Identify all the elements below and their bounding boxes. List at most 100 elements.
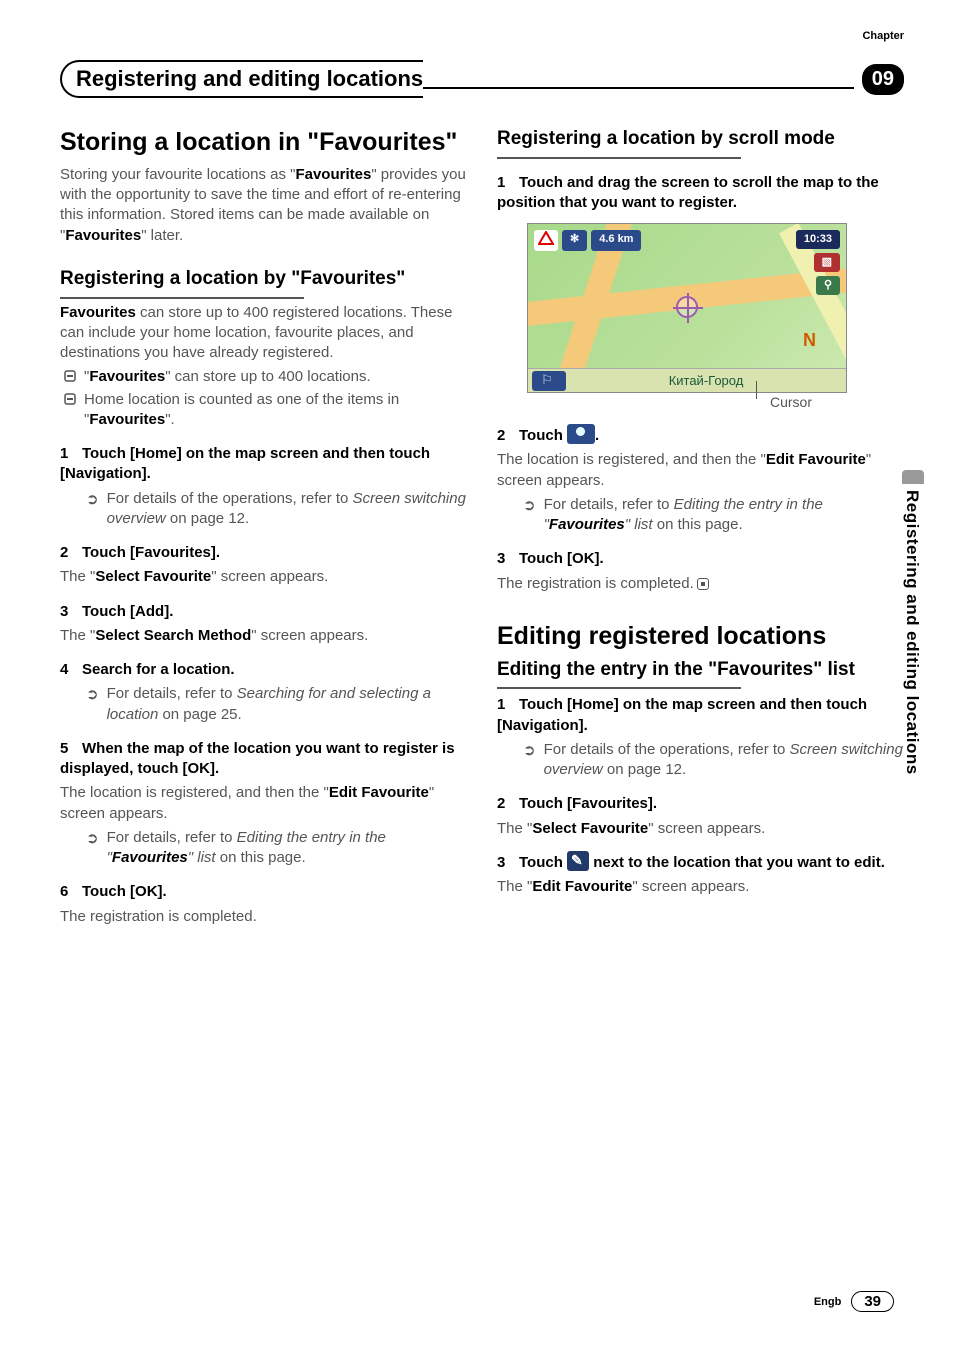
map-figure: ✻ 4.6 km 10:33 ▧ ⚲ N Китай-Город [527, 223, 847, 412]
step-number: 1 [60, 444, 82, 464]
text-bold: Favourites [295, 166, 371, 183]
step-title: Touch [Add]. [82, 603, 173, 620]
pin-button-icon [567, 424, 595, 444]
step-title: When the map of the location you want to… [60, 740, 455, 777]
step-title: Touch . [519, 427, 599, 444]
divider [60, 297, 304, 299]
step-title: Touch [Favourites]. [519, 795, 657, 812]
step-number: 4 [60, 660, 82, 680]
favourites-capacity-paragraph: Favourites can store up to 400 registere… [60, 303, 467, 364]
step-number: 1 [497, 695, 519, 715]
step-5: 5When the map of the location you want t… [60, 739, 467, 869]
step-title: Touch and drag the screen to scroll the … [497, 174, 879, 211]
section-editing-title: Editing registered locations [497, 622, 904, 651]
footer-language: Engb [814, 1296, 842, 1308]
step-body: The location is registered, and then the… [497, 450, 904, 491]
map-distance-chip: 4.6 km [591, 230, 641, 251]
bullet-text: Home location is counted as one of the i… [84, 390, 467, 431]
map-flag-button [532, 371, 566, 391]
reference-row: ➲ For details of the operations, refer t… [60, 489, 467, 530]
bullet-icon [64, 370, 76, 387]
reference-text: For details, refer to Editing the entry … [107, 828, 467, 869]
map-direction-icon [534, 230, 558, 251]
step-body: The "Select Search Method" screen appear… [60, 626, 467, 646]
map-satellite-icon: ✻ [562, 230, 587, 251]
map-compass-icon: N [803, 328, 816, 352]
intro-paragraph: Storing your favourite locations as "Fav… [60, 165, 467, 246]
reference-arrow-icon: ➲ [523, 741, 536, 781]
step-number: 6 [60, 882, 82, 902]
map-screenshot: ✻ 4.6 km 10:33 ▧ ⚲ N Китай-Город [527, 223, 847, 393]
side-tab: Registering and editing locations [902, 470, 924, 900]
step-title: Search for a location. [82, 661, 235, 678]
divider [497, 157, 741, 159]
step-title: Touch [OK]. [82, 883, 167, 900]
header-title: Registering and editing locations [60, 60, 423, 98]
edit-button-icon [567, 851, 589, 871]
bullet-text: "Favourites" can store up to 400 locatio… [84, 367, 467, 387]
cursor-callout-label: Cursor [527, 393, 847, 412]
step-body: The registration is completed. [60, 907, 467, 927]
edit-step-1: 1Touch [Home] on the map screen and then… [497, 695, 904, 780]
section-storing-title: Storing a location in "Favourites" [60, 128, 467, 157]
subsection-editing-entry: Editing the entry in the "Favourites" li… [497, 659, 904, 682]
step-3: 3Touch [Add]. The "Select Search Method"… [60, 602, 467, 647]
text: Storing your favourite locations as " [60, 166, 295, 183]
edit-step-3: 3Touch next to the location that you wan… [497, 853, 904, 898]
side-tab-text: Registering and editing locations [902, 484, 922, 775]
subsection-registering-favourites: Registering a location by "Favourites" [60, 268, 467, 291]
bullet-item: Home location is counted as one of the i… [60, 390, 467, 431]
text-bold: Favourites [60, 304, 136, 321]
step-4: 4Search for a location. ➲ For details, r… [60, 660, 467, 725]
step-number: 5 [60, 739, 82, 759]
step-title: Touch [Home] on the map screen and then … [60, 445, 430, 482]
map-cursor-icon [676, 296, 698, 318]
left-column: Storing a location in "Favourites" Stori… [60, 128, 467, 931]
reference-row: ➲ For details of the operations, refer t… [497, 740, 904, 781]
header-rule [423, 87, 854, 89]
reference-text: For details of the operations, refer to … [107, 489, 467, 530]
step-title: Touch [Home] on the map screen and then … [497, 696, 867, 733]
page-header: Registering and editing locations 09 [60, 60, 904, 98]
end-of-section-icon [697, 578, 709, 590]
map-traffic-icon: ▧ [814, 253, 840, 272]
map-pin-icon: ⚲ [816, 276, 840, 295]
reference-arrow-icon: ➲ [86, 685, 99, 725]
step-number: 1 [497, 173, 519, 193]
step-number: 2 [497, 794, 519, 814]
step-title: Touch [Favourites]. [82, 544, 220, 561]
reference-row: ➲ For details, refer to Searching for an… [60, 684, 467, 725]
step-body: The "Select Favourite" screen appears. [497, 819, 904, 839]
step-3-right: 3Touch [OK]. The registration is complet… [497, 549, 904, 594]
reference-row: ➲ For details, refer to Editing the entr… [497, 495, 904, 536]
step-body: The "Select Favourite" screen appears. [60, 567, 467, 587]
reference-row: ➲ For details, refer to Editing the entr… [60, 828, 467, 869]
step-body: The registration is completed. [497, 574, 904, 594]
step-title: Touch [OK]. [519, 550, 604, 567]
chapter-label: Chapter [862, 30, 904, 42]
reference-arrow-icon: ➲ [523, 496, 536, 536]
step-body: The "Edit Favourite" screen appears. [497, 877, 904, 897]
step-number: 2 [497, 426, 519, 446]
step-1: 1Touch [Home] on the map screen and then… [60, 444, 467, 529]
text: " later. [141, 227, 183, 244]
reference-text: For details, refer to Editing the entry … [544, 495, 904, 536]
bullet-icon [64, 393, 76, 431]
reference-text: For details of the operations, refer to … [544, 740, 904, 781]
step-2: 2Touch [Favourites]. The "Select Favouri… [60, 543, 467, 588]
reference-arrow-icon: ➲ [86, 490, 99, 530]
step-title: Touch next to the location that you want… [519, 854, 885, 871]
step-6: 6Touch [OK]. The registration is complet… [60, 882, 467, 927]
side-tab-cap [902, 470, 924, 484]
map-location-name: Китай-Город [566, 372, 846, 390]
chapter-number-badge: 09 [862, 64, 904, 95]
edit-step-2: 2Touch [Favourites]. The "Select Favouri… [497, 794, 904, 839]
footer-page-number: 39 [851, 1291, 894, 1312]
right-column: Registering a location by scroll mode 1T… [497, 128, 904, 931]
step-2-right: 2Touch . The location is registered, and… [497, 426, 904, 535]
text-bold: Favourites [65, 227, 141, 244]
step-number: 3 [497, 549, 519, 569]
step-number: 3 [60, 602, 82, 622]
divider [497, 687, 741, 689]
page-footer: Engb 39 [814, 1291, 894, 1312]
